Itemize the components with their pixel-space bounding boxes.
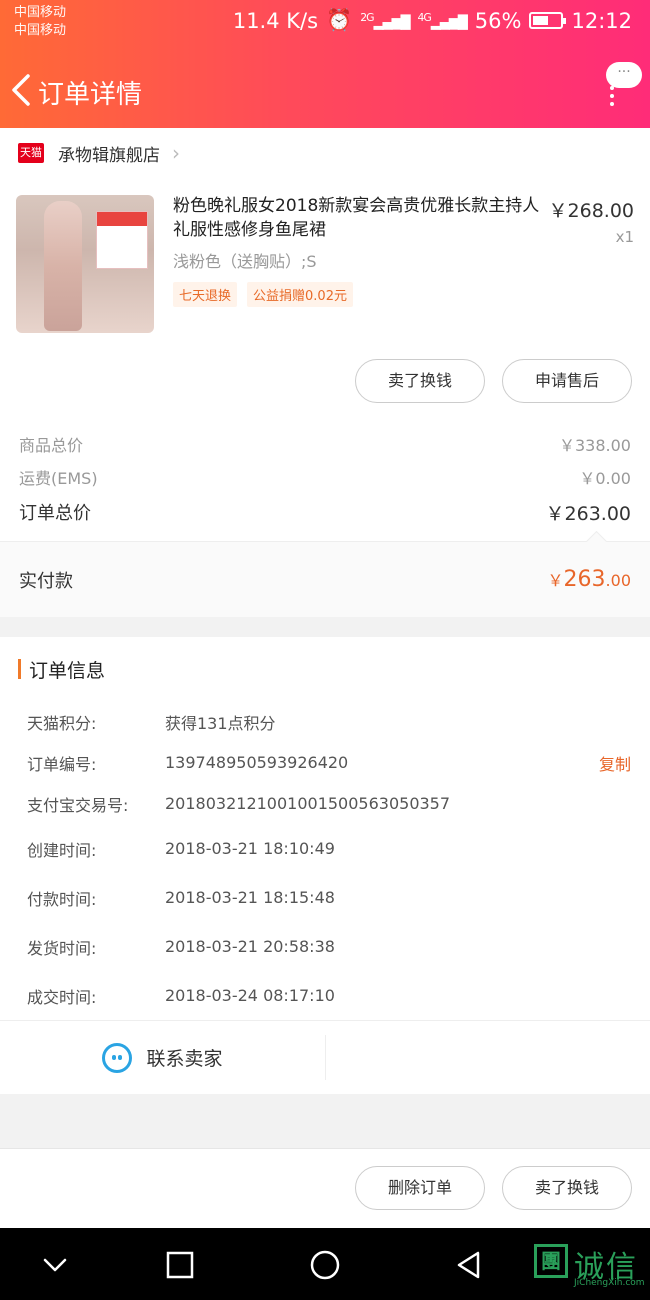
product-title[interactable]: 粉色晚礼服女2018新款宴会高贵优雅长款主持人礼服性感修身鱼尾裙 <box>173 194 543 242</box>
alarm-icon: ⏰ <box>326 8 353 32</box>
product-image[interactable] <box>16 195 154 333</box>
status-right: 11.4 K/s ⏰ 2G▂▄▆█ 4G▂▄▆█ 56% 12:12 <box>233 8 632 33</box>
nav-recents-icon[interactable] <box>163 1248 197 1282</box>
order-total-row: 订单总价 ￥263.00 <box>0 493 650 531</box>
copy-button[interactable]: 复制 <box>599 751 631 775</box>
paid-row: 实付款 ￥263.00 <box>0 541 650 617</box>
after-sale-button[interactable]: 申请售后 <box>502 359 632 403</box>
info-row-completed: 成交时间: 2018-03-24 08:17:10 <box>0 971 650 1020</box>
info-row-shipped: 发货时间: 2018-03-21 20:58:38 <box>0 922 650 971</box>
info-label: 创建时间: <box>27 840 97 860</box>
info-row-alipay: 支付宝交易号: 2018032121001001500563050357 <box>0 783 650 824</box>
bottom-action-bar: 删除订单 卖了换钱 <box>0 1148 650 1228</box>
info-label: 发货时间: <box>27 938 97 958</box>
battery-percent: 56% <box>474 8 522 33</box>
signal-2g-icon: 2G▂▄▆█ <box>360 10 410 31</box>
info-label: 天猫积分: <box>27 713 97 733</box>
info-value: 2018-03-21 20:58:38 <box>165 937 335 956</box>
goods-total-label: 商品总价 <box>19 435 84 455</box>
bottom-sell-button[interactable]: 卖了换钱 <box>502 1166 632 1210</box>
nav-home-icon[interactable] <box>308 1248 342 1282</box>
status-bar: 中国移动 中国移动 11.4 K/s ⏰ 2G▂▄▆█ 4G▂▄▆█ 56% 1… <box>0 0 650 48</box>
chevron-right-icon: › <box>172 141 180 165</box>
info-row-created: 创建时间: 2018-03-21 18:10:49 <box>0 824 650 873</box>
order-info-header: 订单信息 <box>0 637 650 701</box>
top-header: 中国移动 中国移动 11.4 K/s ⏰ 2G▂▄▆█ 4G▂▄▆█ 56% 1… <box>0 0 650 128</box>
shipping-value: ￥0.00 <box>579 468 631 488</box>
clock: 12:12 <box>571 8 632 33</box>
section-accent-bar <box>18 659 21 679</box>
paid-label: 实付款 <box>19 570 73 592</box>
order-number-value: 139748950593926420 <box>165 753 349 772</box>
item-actions: 卖了换钱 申请售后 <box>0 353 650 425</box>
order-card: 天猫 承物辑旗舰店 › 粉色晚礼服女2018新款宴会高贵优雅长款主持人礼服性感修… <box>0 128 650 1094</box>
product-item[interactable]: 粉色晚礼服女2018新款宴会高贵优雅长款主持人礼服性感修身鱼尾裙 浅粉色（送胸贴… <box>0 178 650 353</box>
carrier-info: 中国移动 中国移动 <box>14 4 66 40</box>
info-row-order-number: 订单编号: 139748950593926420 复制 <box>0 742 650 783</box>
info-label: 支付宝交易号: <box>27 795 129 815</box>
page-title: 订单详情 <box>38 80 143 110</box>
paid-amount: ￥263.00 <box>547 567 631 592</box>
more-menu-icon[interactable] <box>610 86 614 110</box>
order-info-title: 订单信息 <box>29 659 106 682</box>
system-nav-bar: 團 诚信 JiChengXin.com <box>0 1228 650 1300</box>
contact-seller-button[interactable]: 联系卖家 <box>0 1035 326 1080</box>
info-value: 获得131点积分 <box>165 713 276 733</box>
info-value: 2018-03-21 18:15:48 <box>165 888 335 907</box>
shipping-row: 运费(EMS) ￥0.00 <box>0 460 650 493</box>
tmall-icon: 天猫 <box>18 143 44 163</box>
order-total-label: 订单总价 <box>19 503 91 524</box>
sell-for-cash-button[interactable]: 卖了换钱 <box>355 359 485 403</box>
info-row-points: 天猫积分: 获得131点积分 <box>0 701 650 742</box>
nav-back-icon[interactable] <box>452 1248 486 1282</box>
delete-order-button[interactable]: 删除订单 <box>355 1166 485 1210</box>
network-speed: 11.4 K/s <box>232 8 319 33</box>
carrier-2: 中国移动 <box>14 23 67 38</box>
info-label: 成交时间: <box>27 987 97 1007</box>
tag-return: 七天退换 <box>173 282 238 307</box>
shipping-label: 运费(EMS) <box>19 468 98 488</box>
message-bubble-icon[interactable]: ··· <box>606 62 642 88</box>
info-row-paid: 付款时间: 2018-03-21 18:15:48 <box>0 873 650 922</box>
product-quantity: x1 <box>615 228 634 246</box>
contact-bar: 联系卖家 <box>0 1020 650 1094</box>
back-arrow-icon[interactable] <box>8 70 38 110</box>
info-value: 2018-03-21 18:10:49 <box>165 839 335 858</box>
carrier-1: 中国移动 <box>14 5 67 20</box>
watermark-logo: 團 诚信 JiChengXin.com <box>530 1236 650 1296</box>
goods-total-row: 商品总价 ￥338.00 <box>0 427 650 460</box>
battery-icon <box>529 12 567 29</box>
info-value: 2018032121001001500563050357 <box>165 794 451 813</box>
info-value: 2018-03-24 08:17:10 <box>165 986 335 1005</box>
shop-name[interactable]: 承物辑旗舰店 <box>58 141 160 166</box>
shop-row[interactable]: 天猫 承物辑旗舰店 › <box>0 128 650 178</box>
contact-seller-label: 联系卖家 <box>146 1048 223 1070</box>
product-tags: 七天退换 公益捐赠0.02元 <box>173 282 353 307</box>
watermark-box: 團 <box>534 1244 568 1278</box>
info-label: 订单编号: <box>27 754 97 774</box>
goods-total-value: ￥338.00 <box>559 435 631 455</box>
product-spec: 浅粉色（送胸贴）;S <box>173 252 317 271</box>
product-price: ￥268.00 <box>548 200 634 222</box>
wangwang-chat-icon <box>102 1042 133 1073</box>
signal-4g-icon: 4G▂▄▆█ <box>417 10 468 31</box>
watermark-sub: JiChengXin.com <box>574 1278 645 1288</box>
nav-down-icon[interactable] <box>38 1248 72 1282</box>
divider-gap <box>0 617 650 637</box>
tag-charity: 公益捐赠0.02元 <box>247 282 353 307</box>
nav-bar: 订单详情 ··· <box>0 62 650 122</box>
order-total-value: ￥263.00 <box>545 502 631 525</box>
info-label: 付款时间: <box>27 889 97 909</box>
